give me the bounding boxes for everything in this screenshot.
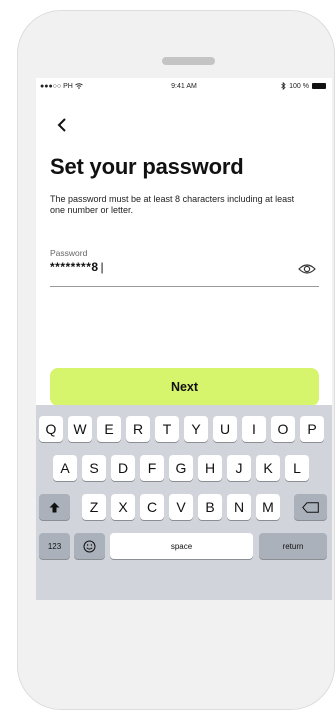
key-o[interactable]: O: [271, 416, 295, 442]
speaker-grille: [162, 57, 215, 65]
battery-percent: 100 %: [289, 82, 309, 90]
page-title: Set your password: [50, 154, 244, 179]
password-input[interactable]: ********8 |: [50, 260, 104, 274]
chevron-left-icon: [57, 118, 66, 132]
status-right: 100 %: [281, 82, 326, 90]
key-n[interactable]: N: [227, 494, 251, 520]
key-y[interactable]: Y: [184, 416, 208, 442]
key-w[interactable]: W: [68, 416, 92, 442]
next-button[interactable]: Next: [50, 368, 319, 406]
key-u[interactable]: U: [213, 416, 237, 442]
password-underline: [50, 286, 319, 287]
key-q[interactable]: Q: [39, 416, 63, 442]
keyboard: Q W E R T Y U I O P A S D F G H J K L Z …: [36, 405, 332, 600]
password-value: ********8: [50, 260, 99, 274]
key-b[interactable]: B: [198, 494, 222, 520]
key-i[interactable]: I: [242, 416, 266, 442]
key-a[interactable]: A: [53, 455, 77, 481]
key-v[interactable]: V: [169, 494, 193, 520]
back-button[interactable]: [51, 114, 73, 136]
status-bar: ●●●○○ PH 9:41 AM 100 %: [36, 80, 332, 92]
key-p[interactable]: P: [300, 416, 324, 442]
key-e[interactable]: E: [97, 416, 121, 442]
key-m[interactable]: M: [256, 494, 280, 520]
shift-icon: [49, 502, 60, 512]
key-c[interactable]: C: [140, 494, 164, 520]
emoji-key[interactable]: [74, 533, 105, 559]
space-key[interactable]: space: [110, 533, 253, 559]
key-k[interactable]: K: [256, 455, 280, 481]
show-password-toggle[interactable]: [298, 262, 316, 274]
backspace-key[interactable]: [294, 494, 327, 520]
return-key[interactable]: return: [259, 533, 327, 559]
password-label: Password: [50, 248, 88, 258]
eye-icon: [298, 264, 316, 274]
key-r[interactable]: R: [126, 416, 150, 442]
numbers-key[interactable]: 123: [39, 533, 70, 559]
text-caret: |: [100, 260, 105, 274]
screen: ●●●○○ PH 9:41 AM 100 % Set your password…: [36, 78, 332, 600]
key-l[interactable]: L: [285, 455, 309, 481]
key-s[interactable]: S: [82, 455, 106, 481]
key-t[interactable]: T: [155, 416, 179, 442]
key-x[interactable]: X: [111, 494, 135, 520]
page-subtitle: The password must be at least 8 characte…: [50, 194, 295, 215]
emoji-icon: [83, 540, 96, 552]
key-d[interactable]: D: [111, 455, 135, 481]
battery-icon: [312, 83, 326, 89]
bluetooth-icon: [281, 82, 286, 90]
backspace-icon: [302, 501, 319, 513]
key-z[interactable]: Z: [82, 494, 106, 520]
key-j[interactable]: J: [227, 455, 251, 481]
shift-key[interactable]: [39, 494, 70, 520]
key-f[interactable]: F: [140, 455, 164, 481]
key-h[interactable]: H: [198, 455, 222, 481]
key-g[interactable]: G: [169, 455, 193, 481]
